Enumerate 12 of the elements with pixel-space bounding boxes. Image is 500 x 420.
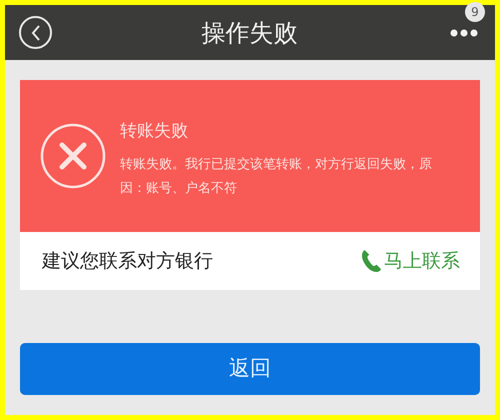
window-title: 操作失败 [202,18,298,48]
notification-badge: 9 [465,2,485,22]
phone-icon [360,248,382,274]
contact-suggestion: 建议您联系对方银行 [42,248,213,274]
back-action-button[interactable]: 返回 [20,343,480,395]
back-icon [30,24,42,40]
error-message: 转账失败。我行已提交该笔转账，对方行返回失败，原因：账号、户名不符 [120,156,433,198]
contact-link[interactable]: 马上联系 [360,246,460,276]
error-icon [40,123,106,189]
back-button[interactable] [19,16,52,49]
more-icon [450,28,478,36]
error-title: 转账失败 [120,120,189,144]
